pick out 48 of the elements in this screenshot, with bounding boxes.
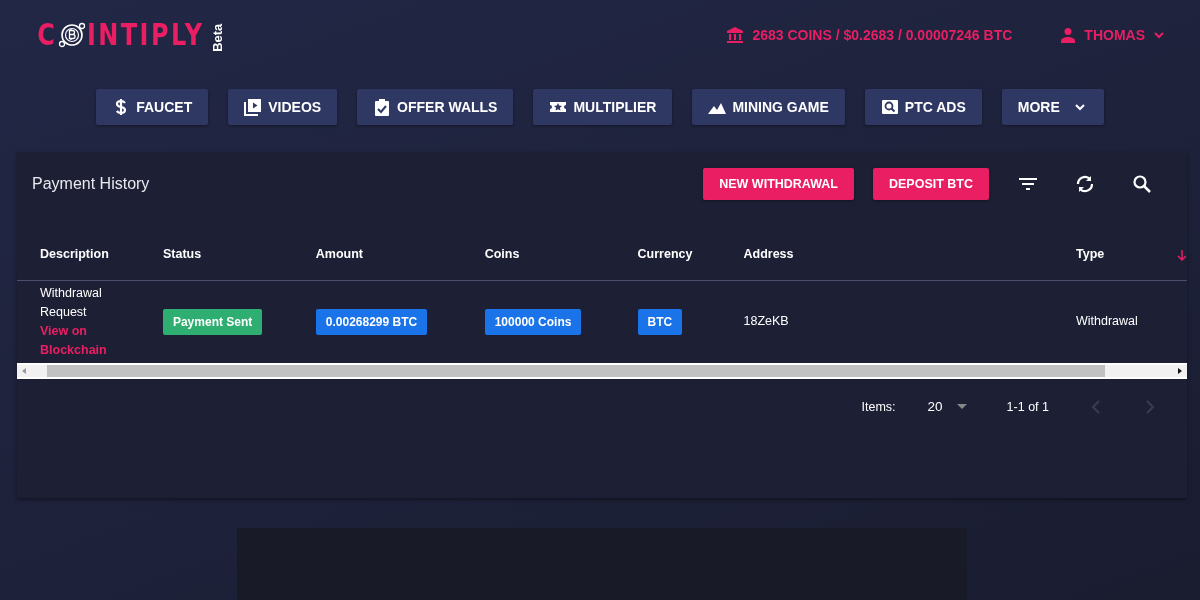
nav-button[interactable]: MORE: [1001, 89, 1104, 125]
horizontal-scrollbar[interactable]: [17, 363, 1187, 379]
logo-text: INTIPLY: [87, 20, 205, 50]
status-badge: Payment Sent: [162, 308, 263, 335]
page-size-select[interactable]: 20: [927, 396, 967, 418]
currency-badge: BTC: [637, 308, 683, 335]
deposit-button[interactable]: DEPOSIT BTC: [872, 168, 989, 200]
items-label: Items:: [861, 398, 896, 416]
description-text: Withdrawal Request: [40, 285, 103, 321]
dropdown-caret-icon: [956, 404, 967, 410]
column-header: Type: [1053, 230, 1153, 280]
coins-badge: 100000 Coins: [484, 308, 582, 335]
coin-logo-icon: [57, 20, 88, 50]
balance-text: 2683 COINS / $0.2683 / 0.00007246 BTC: [752, 25, 1013, 45]
chevron-left-icon: [1090, 399, 1102, 415]
new-withdrawal-button[interactable]: NEW WITHDRAWAL: [703, 168, 854, 200]
table-cell: 18ZeKB: [720, 280, 1053, 363]
blockchain-link[interactable]: View on Blockchain: [40, 321, 139, 360]
nav-button[interactable]: VIDEOS: [228, 89, 338, 125]
nav-button[interactable]: MINING GAME: [692, 89, 845, 125]
chevron-down-icon: [1153, 29, 1165, 41]
clipboard-check-icon: [373, 98, 392, 116]
column-header: Coins: [461, 230, 615, 280]
column-header: Currency: [614, 230, 721, 280]
search-icon: [1132, 174, 1152, 194]
column-header: Description: [17, 230, 140, 280]
search-box-icon: [880, 98, 899, 116]
nav-button[interactable]: PTC ADS: [864, 89, 982, 125]
beta-label: Beta: [209, 23, 227, 53]
refresh-icon: [1075, 174, 1095, 194]
video-icon: [244, 98, 263, 116]
chevron-right-icon: [1144, 399, 1156, 415]
chevron-down-icon: [1073, 101, 1086, 113]
panel-title: Payment History: [31, 174, 150, 194]
table-cell: Withdrawal: [1076, 314, 1138, 329]
page-range: 1-1 of 1: [1006, 398, 1049, 416]
bank-icon: [726, 26, 745, 44]
column-header: Status: [139, 230, 293, 280]
user-menu[interactable]: THOMAS: [1060, 24, 1165, 46]
amount-badge: 0.00268299 BTC: [315, 308, 428, 335]
logo-letter: C: [37, 20, 55, 50]
column-header: Address: [720, 230, 1053, 280]
nav-button[interactable]: OFFER WALLS: [357, 89, 514, 125]
user-icon: [1060, 27, 1077, 43]
column-header: Amount: [292, 230, 462, 280]
nav-button[interactable]: FAUCET: [96, 89, 209, 125]
nav-button[interactable]: MULTIPLIER: [533, 89, 673, 125]
sort-arrow-icon: [1176, 248, 1186, 263]
